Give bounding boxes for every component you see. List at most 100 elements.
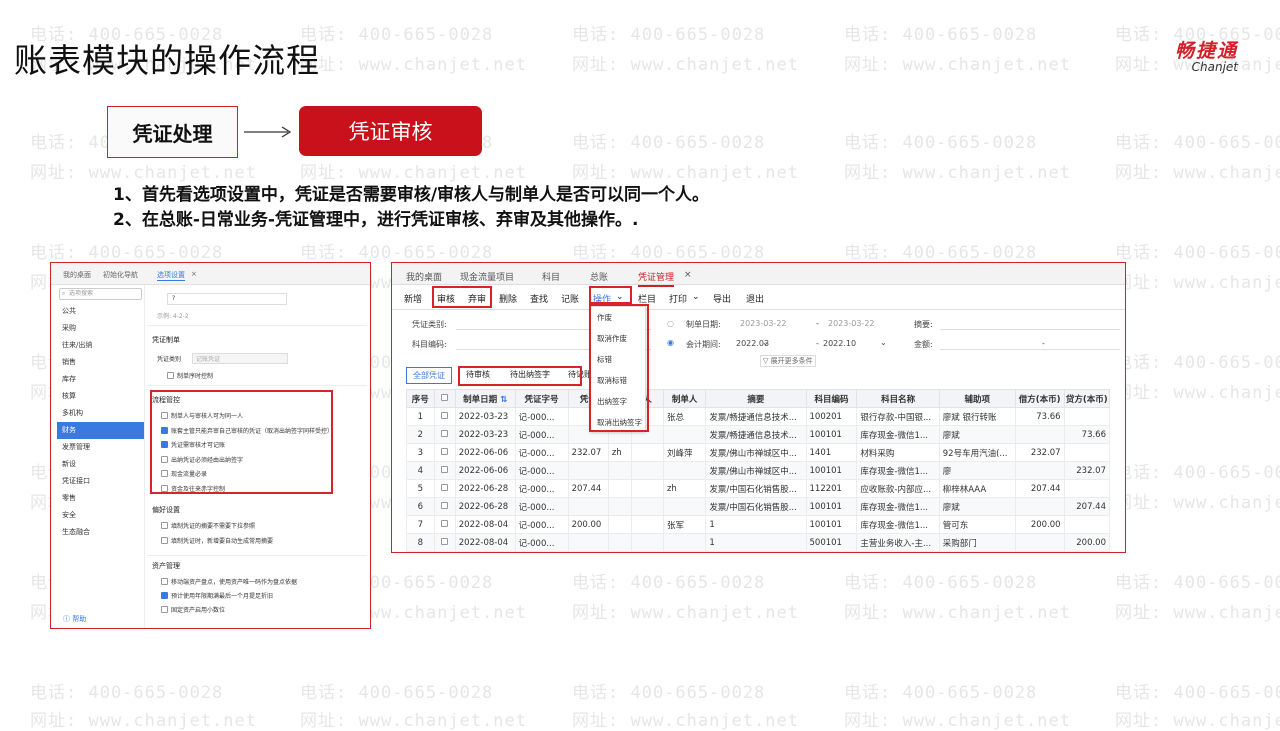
chevron-down-icon[interactable]: ⌄	[762, 338, 769, 347]
table-row[interactable]: 4 2022-06-06 记-000... 发票/佛山市禅城区中... 100101 库存…	[406, 461, 1111, 480]
checkbox-checked[interactable]	[161, 592, 168, 599]
column-header[interactable]: 科目名称	[856, 389, 940, 408]
sidebar-item[interactable]: 公共	[57, 303, 144, 320]
table-row[interactable]: 7 2022-08-04 记-000... 200.00 张军 1 100101 库存现金-微…	[406, 515, 1111, 534]
amount-input[interactable]	[940, 349, 1120, 350]
sort-icon[interactable]: ⇅	[497, 395, 507, 405]
column-header[interactable]: 序号	[406, 389, 435, 408]
close-icon[interactable]: ×	[684, 270, 692, 280]
summary-input[interactable]	[940, 329, 1120, 330]
sidebar-item[interactable]: 库存	[57, 371, 144, 388]
table-cell: 232.07	[1063, 461, 1111, 480]
radio-date[interactable]: ○	[667, 319, 674, 328]
checkbox[interactable]	[161, 606, 168, 613]
column-header-label: 制单人	[671, 394, 698, 405]
checkbox[interactable]	[441, 429, 449, 437]
chevron-down-icon[interactable]: ⌄	[880, 338, 887, 347]
checkbox[interactable]	[167, 372, 174, 379]
table-cell: 采购部门	[938, 533, 1016, 552]
watermark-url: 网址: www.chanjet.net	[300, 163, 527, 183]
checkbox[interactable]	[441, 393, 449, 401]
tab-1[interactable]: 现金流量项目	[460, 270, 514, 283]
table-row[interactable]: 3 2022-06-06 记-000... 232.07 zh 刘峰萍 发票/佛山市禅城区中…	[406, 443, 1111, 462]
highlight-pending-tabs	[458, 366, 582, 386]
table-cell: 廖斌	[938, 425, 1016, 444]
column-header-label: 科目编码	[814, 394, 849, 405]
tab-init-guide[interactable]: 初始化导航	[103, 270, 138, 280]
close-icon[interactable]: ×	[191, 270, 197, 278]
watermark-phone: 电话: 400-665-0028	[572, 683, 766, 703]
sidebar-item[interactable]: 安全	[57, 507, 144, 524]
sidebar-item[interactable]: 财务	[57, 422, 144, 439]
chevron-down-icon[interactable]: ⌄	[692, 292, 700, 302]
toolbar-button[interactable]: 退出	[746, 292, 764, 305]
checkbox[interactable]	[161, 522, 168, 529]
option-sequence-control[interactable]: 制单序时控制	[167, 371, 213, 380]
option-row[interactable]: 填制凭证时，新增要自动生成常用摘要	[161, 536, 273, 545]
tab-3[interactable]: 总账	[590, 270, 608, 283]
option-row[interactable]: 填制凭证的摘要不需要下拉参照	[161, 521, 255, 530]
table-row[interactable]: 2 2022-03-23 记-000... 发票/畅捷通信息技术... 100101 库存…	[406, 425, 1111, 444]
toolbar-button[interactable]: 记账	[561, 292, 579, 305]
sidebar-item[interactable]: 采购	[57, 320, 144, 337]
sidebar-item[interactable]: 往来/出纳	[57, 337, 144, 354]
voucher-type-select[interactable]: 记账凭证	[192, 353, 289, 364]
sidebar-item[interactable]: 零售	[57, 490, 144, 507]
radio-period[interactable]: ◉	[667, 338, 674, 347]
column-header-label: 序号	[411, 394, 429, 405]
tab-4[interactable]: 凭证管理	[638, 270, 675, 287]
column-header[interactable]: 制单人	[662, 389, 707, 408]
toolbar-button[interactable]: 查找	[530, 292, 548, 305]
period-to[interactable]: 2022.10	[823, 339, 856, 348]
view-tab[interactable]: 全部凭证	[406, 367, 452, 384]
sidebar-item[interactable]: 发票管理	[57, 439, 144, 456]
column-header[interactable]: 借方(本币)	[1014, 389, 1065, 408]
format-input[interactable]: ?	[167, 293, 287, 305]
sidebar-item[interactable]: 多机构	[57, 405, 144, 422]
column-header[interactable]: 科目编码	[805, 389, 858, 408]
sidebar-item[interactable]: 销售	[57, 354, 144, 371]
column-header[interactable]: 辅助项	[938, 389, 1016, 408]
more-conditions-button[interactable]: ▽ 展开更多条件	[760, 355, 816, 367]
table-row[interactable]: 1 2022-03-23 记-000... 张总 发票/畅捷通信息技术... 100201…	[406, 407, 1111, 426]
checkbox[interactable]	[161, 537, 168, 544]
option-row[interactable]: 固定资产启用小数位	[161, 605, 225, 614]
voucher-type-label: 凭证类别	[157, 356, 182, 363]
column-header[interactable]: 贷方(本币)	[1063, 389, 1111, 408]
sidebar-item[interactable]: 生态融合	[57, 524, 144, 541]
watermark-phone: 电话: 400-665-0028	[1115, 463, 1280, 483]
checkbox[interactable]	[441, 411, 449, 419]
option-row[interactable]: 预计使用年限期满最后一个月提足折旧	[161, 591, 273, 600]
toolbar-button[interactable]: 删除	[499, 292, 517, 305]
tab-my-desktop[interactable]: 我的桌面	[63, 270, 91, 280]
options-search-input[interactable]: ⌕ 选项搜索	[59, 288, 142, 300]
option-row[interactable]: 移动端资产盘点，使用资产唯一码作为盘点依据	[161, 577, 297, 586]
column-header[interactable]: 制单日期 ⇅	[454, 389, 516, 408]
checkbox[interactable]	[441, 465, 449, 473]
column-header[interactable]	[433, 389, 456, 408]
checkbox[interactable]	[441, 537, 449, 545]
checkbox[interactable]	[441, 519, 449, 527]
help-link[interactable]: ⓘ 帮助	[63, 614, 86, 624]
toolbar-button[interactable]: 新增	[404, 292, 422, 305]
sidebar-item[interactable]: 核算	[57, 388, 144, 405]
voucher-tabbar: 我的桌面 现金流量项目 科目 总账 凭证管理 ×	[392, 263, 1125, 287]
checkbox[interactable]	[441, 447, 449, 455]
date-to[interactable]: 2023-03-22	[828, 319, 875, 328]
tab-options[interactable]: 选项设置	[157, 270, 185, 281]
table-row[interactable]: 8 2022-08-04 记-000... 1 500101 主营业务收入-主... 采购部…	[406, 533, 1111, 552]
checkbox[interactable]	[441, 501, 449, 509]
sidebar-item[interactable]: 新设	[57, 456, 144, 473]
toolbar-button[interactable]: 导出	[713, 292, 731, 305]
table-row[interactable]: 6 2022-06-28 记-000... 发票/中国石化销售股... 100101 库存…	[406, 497, 1111, 516]
tab-2[interactable]: 科目	[542, 270, 560, 283]
checkbox[interactable]	[441, 483, 449, 491]
sidebar-item[interactable]: 凭证接口	[57, 473, 144, 490]
toolbar-button[interactable]: 打印	[669, 292, 687, 305]
date-from[interactable]: 2023-03-22	[740, 319, 787, 328]
column-header[interactable]: 凭证字号	[514, 389, 569, 408]
table-row[interactable]: 5 2022-06-28 记-000... 207.44 zh 发票/中国石化销售股...…	[406, 479, 1111, 498]
checkbox[interactable]	[161, 578, 168, 585]
tab-0[interactable]: 我的桌面	[406, 270, 442, 283]
column-header[interactable]: 摘要	[705, 389, 807, 408]
